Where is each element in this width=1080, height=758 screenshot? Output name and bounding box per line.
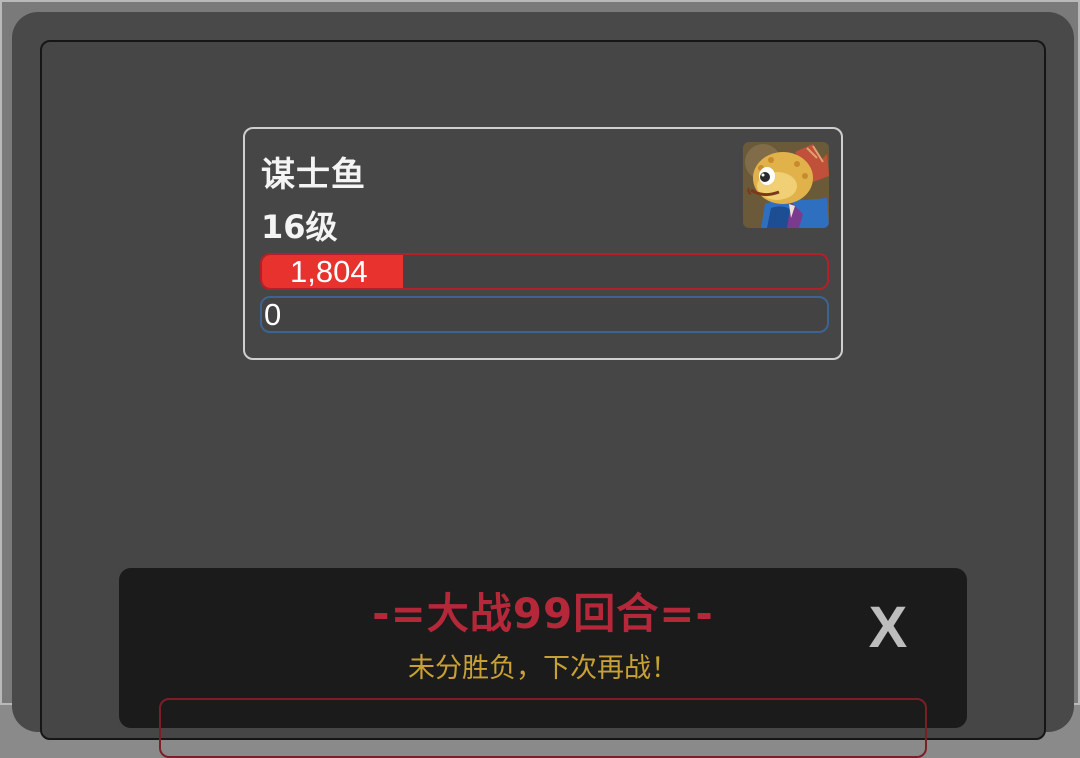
mp-bar: 0 — [260, 296, 829, 333]
mp-value: 0 — [264, 297, 282, 332]
unit-card[interactable]: 谋士鱼 16级 1,804 0 — [243, 127, 843, 360]
battle-result-subtitle: 未分胜负，下次再战！ — [408, 653, 678, 684]
unit-name: 谋士鱼 — [261, 155, 366, 195]
hp-bar: 1,804 — [260, 253, 829, 290]
hp-value: 1,804 — [290, 254, 368, 289]
battle-result-dialog: -=大战99回合=- 未分胜负，下次再战！ X — [119, 568, 967, 758]
close-button[interactable]: X — [863, 598, 913, 658]
battle-result-title: -=大战99回合=- — [372, 589, 714, 638]
battle-log-frame — [159, 698, 927, 758]
fish-strategist-portrait-icon — [743, 142, 829, 228]
unit-level: 16级 — [261, 208, 338, 246]
game-window: 谋士鱼 16级 1,804 0 -=大战99回合=- 未分胜负，下次再战！ X — [0, 0, 1080, 758]
